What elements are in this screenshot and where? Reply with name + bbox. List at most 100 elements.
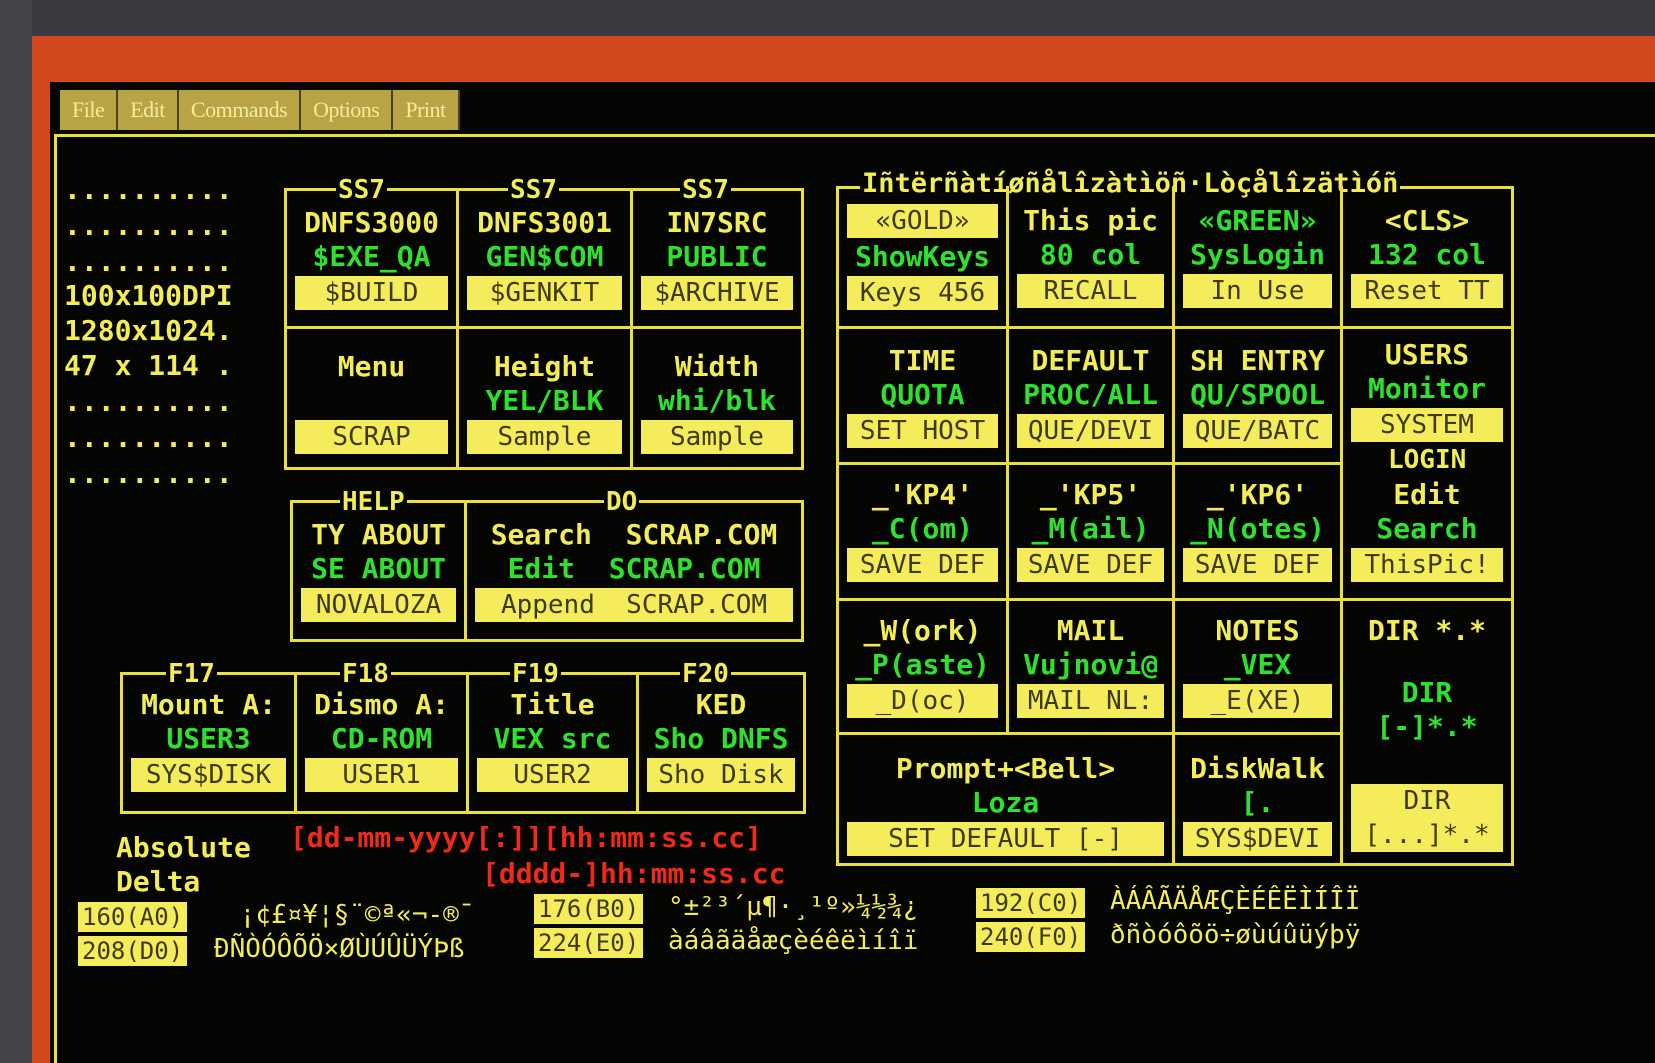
sys-disk-button[interactable]: SYS$DISK [131,758,286,792]
dots-row: .......... [64,209,233,242]
sys-devi-button[interactable]: SYS$DEVI [1183,822,1332,856]
in-use-button[interactable]: In Use [1183,274,1332,308]
key-menu[interactable]: Menu SCRAP [287,344,456,454]
key-subtitle: CD-ROM [330,722,433,755]
key-do[interactable]: Search SCRAP.COM Edit SCRAP.COM Append S… [467,512,801,622]
dir-button[interactable]: DIR [1351,784,1503,818]
key-diskwalk[interactable]: DiskWalk [. SYS$DEVI [1175,746,1340,856]
set-host-button[interactable]: SET HOST [847,414,998,448]
sho-disk-button[interactable]: Sho Disk [647,758,795,792]
key-kp6[interactable]: _'KP6' _N(otes) SAVE DEF [1175,472,1340,582]
recall-button[interactable]: RECALL [1017,274,1164,308]
key-title: Height [493,350,596,383]
key-subtitle: GEN$COM [485,240,604,273]
archive-button[interactable]: $ARCHIVE [641,276,793,310]
key-title: _'KP5' [1039,478,1142,511]
set-default-button[interactable]: SET DEFAULT [-] [847,822,1164,856]
key-subtitle: PUBLIC [666,240,768,273]
key-subtitle: [. [1240,786,1275,819]
key-height[interactable]: Height YEL/BLK Sample [459,344,630,454]
charset-hex-a0: 160(A0) [78,902,188,932]
absolute-format: [dd-mm-yyyy[:]][hh:mm:ss.cc] [290,821,763,854]
dpi-readout: 100x100DPI [64,279,233,312]
key-title: Width [674,350,760,383]
this-pic-button[interactable]: ThisPic! [1351,548,1503,582]
gold-key[interactable]: «GOLD» [847,204,998,238]
key-sh-entry[interactable]: SH ENTRY QU/SPOOL QUE/BATC [1175,338,1340,448]
key-subtitle: DIR [1401,676,1453,709]
key-login[interactable]: Edit Search ThisPic! [1343,472,1511,582]
absolute-label: Absolute [116,831,251,864]
menu-print[interactable]: Print [393,90,460,130]
sample-button[interactable]: Sample [641,420,793,454]
system-button[interactable]: SYSTEM [1351,408,1503,442]
append-scrap-button[interactable]: Append SCRAP.COM [475,588,793,622]
que-devi-button[interactable]: QUE/DEVI [1017,414,1164,448]
menu-commands[interactable]: Commands [178,90,302,130]
key-subtitle: VEX src [493,722,612,755]
key-kp5[interactable]: _'KP5' _M(ail) SAVE DEF [1009,472,1172,582]
key-kp4[interactable]: _'KP4' _C(om) SAVE DEF [839,472,1006,582]
build-button[interactable]: $BUILD [295,276,448,310]
key-subtitle: QUOTA [880,378,965,411]
key-subtitle: Sho DNFS [653,722,789,755]
sample-button[interactable]: Sample [467,420,622,454]
user2-button[interactable]: USER2 [477,758,628,792]
key-f18[interactable]: Dismo A: CD-ROM USER1 [297,682,466,792]
key-title: _W(ork) [863,614,982,647]
key-subtitle: Loza [971,786,1040,819]
save-def-button[interactable]: SAVE DEF [1183,548,1332,582]
keys-456-button[interactable]: Keys 456 [847,276,998,310]
key-dnfs3001[interactable]: DNFS3001 GEN$COM $GENKIT [459,200,630,310]
key-mail[interactable]: MAIL Vujnovi@ MAIL NL: [1009,608,1172,718]
delta-label: Delta [116,865,201,898]
charset-hex-f0: 240(F0) [976,922,1086,952]
save-def-button[interactable]: SAVE DEF [847,548,998,582]
exe-button[interactable]: _E(XE) [1183,684,1332,718]
key-subtitle: _P(aste) [855,648,990,681]
novaloza-button[interactable]: NOVALOZA [301,588,456,622]
key-in7src[interactable]: IN7SRC PUBLIC $ARCHIVE [633,200,801,310]
key-dir[interactable]: DIR *.* DIR [-]*.* DIR [...]*.* [1343,608,1511,863]
dir-parent-button[interactable]: [...]*.* [1351,818,1503,852]
key-notes[interactable]: NOTES _VEX _E(XE) [1175,608,1340,718]
intl-title: Iñtërñàtíøñålîzàtìöñ·Lòçålîzätìóñ [860,168,1401,199]
menu-edit[interactable]: Edit [118,90,179,130]
key-default[interactable]: DEFAULT PROC/ALL QUE/DEVI [1009,338,1172,448]
delta-format: [dddd-]hh:mm:ss.cc [482,857,786,890]
key-dnfs3000[interactable]: DNFS3000 $EXE_QA $BUILD [287,200,456,310]
key-time[interactable]: TIME QUOTA SET HOST [839,338,1006,448]
reset-tt-button[interactable]: Reset TT [1351,274,1503,308]
key-f19[interactable]: Title VEX src USER2 [469,682,636,792]
key-f20[interactable]: KED Sho DNFS Sho Disk [639,682,803,792]
key-subtitle: Search [1376,512,1478,545]
charset-row-d0: ÐÑÒÓÔÕÖ×ØÙÚÛÜÝÞß [214,934,465,964]
key-width[interactable]: Width whi/blk Sample [633,344,801,454]
key-this-pic[interactable]: This pic 80 col RECALL [1009,198,1172,308]
key-subtitle: 80 col [1039,238,1142,271]
que-batc-button[interactable]: QUE/BATC [1183,414,1332,448]
mail-nl-button[interactable]: MAIL NL: [1017,684,1164,718]
key-f17[interactable]: Mount A: USER3 SYS$DISK [123,682,294,792]
doc-button[interactable]: _D(oc) [847,684,998,718]
user1-button[interactable]: USER1 [305,758,458,792]
menu-file[interactable]: File [60,90,119,130]
save-def-button[interactable]: SAVE DEF [1017,548,1164,582]
key-work[interactable]: _W(ork) _P(aste) _D(oc) [839,608,1006,718]
divider [836,462,1342,465]
menu-options[interactable]: Options [301,90,394,130]
key-title: DNFS3000 [304,206,439,239]
key-help[interactable]: TY ABOUT SE ABOUT NOVALOZA [293,512,464,622]
key-subtitle: whi/blk [657,384,776,417]
scrap-button[interactable]: SCRAP [295,420,448,454]
genkit-button[interactable]: $GENKIT [467,276,622,310]
key-users[interactable]: USERS Monitor SYSTEM [1343,332,1511,442]
key-title: DNFS3001 [477,206,612,239]
key-cls[interactable]: <CLS> 132 col Reset TT [1343,198,1511,308]
key-green[interactable]: «GREEN» SysLogin In Use [1175,198,1340,308]
charset-hex-e0: 224(E0) [534,928,644,958]
key-gold[interactable]: «GOLD» ShowKeys Keys 456 [839,198,1006,310]
key-subtitle: SysLogin [1190,238,1325,271]
key-title: This pic [1023,204,1158,237]
key-prompt-bell[interactable]: Prompt+<Bell> Loza SET DEFAULT [-] [839,746,1172,856]
